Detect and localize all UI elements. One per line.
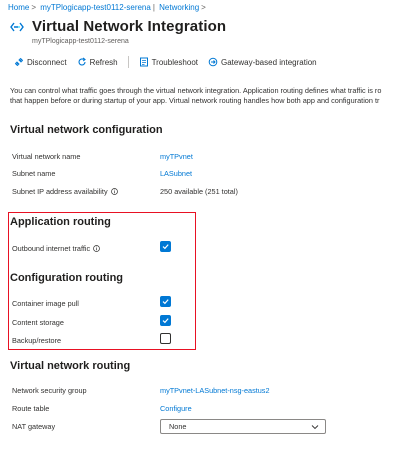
nsg-label-text: Network security group	[12, 386, 87, 395]
page-subtitle: myTPlogicapp-test0112-serena	[32, 38, 129, 45]
nat-gateway-label-text: NAT gateway	[12, 422, 56, 431]
chevron-down-icon	[311, 424, 319, 429]
checkmark-icon	[162, 244, 169, 250]
subnet-ip-label-text: Subnet IP address availability	[12, 187, 108, 196]
refresh-button[interactable]: Refresh	[77, 57, 118, 67]
route-table-label: Route table	[12, 404, 49, 413]
gateway-integration-label: Gateway-based integration	[221, 57, 317, 67]
nsg-label: Network security group	[12, 386, 87, 395]
checkmark-icon	[162, 318, 169, 324]
application-routing-heading: Application routing	[10, 216, 111, 228]
route-table-configure-link[interactable]: Configure	[160, 404, 192, 413]
page-description: You can control what traffic goes throug…	[10, 86, 413, 106]
vnet-name-label-text: Virtual network name	[12, 152, 81, 161]
container-image-pull-label-text: Container image pull	[12, 299, 79, 308]
breadcrumb-separator: >	[201, 3, 206, 12]
breadcrumb-networking[interactable]: Networking	[159, 3, 199, 12]
refresh-icon	[78, 57, 86, 66]
vnet-name-link[interactable]: myTPvnet	[160, 152, 193, 161]
disconnect-button[interactable]: Disconnect	[14, 57, 67, 67]
container-image-pull-label: Container image pull	[12, 299, 79, 308]
gateway-integration-button[interactable]: Gateway-based integration	[208, 57, 317, 67]
nsg-link[interactable]: myTPvnet-LASubnet-nsg-eastus2	[160, 386, 270, 395]
refresh-label: Refresh	[89, 57, 118, 67]
outbound-traffic-label: Outbound internet traffic	[12, 244, 100, 253]
subnet-name-label: Subnet name	[12, 169, 55, 178]
info-icon[interactable]	[93, 245, 100, 252]
vnet-configuration-heading: Virtual network configuration	[10, 124, 163, 136]
vnet-integration-icon	[10, 22, 24, 31]
vnet-routing-heading: Virtual network routing	[10, 360, 131, 372]
toolbar-divider	[127, 56, 129, 68]
outbound-traffic-label-text: Outbound internet traffic	[12, 244, 91, 253]
description-line-1: You can control what traffic goes throug…	[10, 86, 382, 95]
content-storage-label: Content storage	[12, 318, 64, 327]
nat-gateway-selected-value: None	[169, 422, 187, 431]
subnet-ip-label: Subnet IP address availability	[12, 187, 118, 196]
description-line-2: that happen before or during startup of …	[10, 96, 380, 105]
troubleshoot-icon	[139, 57, 148, 67]
content-storage-label-text: Content storage	[12, 318, 64, 327]
nat-gateway-dropdown[interactable]: None	[160, 419, 326, 434]
gateway-icon	[208, 57, 218, 67]
backup-restore-label-text: Backup/restore	[12, 336, 62, 345]
breadcrumb-home[interactable]: Home	[8, 3, 29, 12]
breadcrumb-separator: |	[152, 3, 155, 12]
disconnect-label: Disconnect	[27, 57, 67, 67]
route-table-label-text: Route table	[12, 404, 50, 413]
info-icon[interactable]	[110, 188, 118, 195]
page-header: Virtual Network Integration	[10, 18, 226, 35]
subnet-ip-value: 250 available (251 total)	[160, 187, 238, 196]
backup-restore-checkbox[interactable]	[160, 333, 171, 344]
subnet-name-label-text: Subnet name	[12, 169, 56, 178]
page-title: Virtual Network Integration	[32, 18, 227, 35]
troubleshoot-button[interactable]: Troubleshoot	[139, 57, 198, 67]
disconnect-icon	[14, 57, 24, 67]
checkmark-icon	[162, 299, 169, 305]
subnet-name-link[interactable]: LASubnet	[160, 169, 192, 178]
vnet-name-label: Virtual network name	[12, 152, 80, 161]
content-storage-checkbox[interactable]	[160, 315, 171, 326]
container-image-pull-checkbox[interactable]	[160, 296, 171, 307]
nat-gateway-label: NAT gateway	[12, 422, 55, 431]
breadcrumb: Home > myTPlogicapp-test0112-serena | Netw…	[8, 3, 208, 12]
breadcrumb-resource[interactable]: myTPlogicapp-test0112-serena	[40, 3, 151, 12]
command-bar: Disconnect Refresh Troubleshoot Gateway-…	[14, 56, 327, 68]
outbound-traffic-checkbox[interactable]	[160, 241, 171, 252]
configuration-routing-heading: Configuration routing	[10, 272, 124, 284]
troubleshoot-label: Troubleshoot	[151, 57, 198, 67]
breadcrumb-separator: >	[31, 3, 37, 12]
backup-restore-label: Backup/restore	[12, 336, 61, 345]
